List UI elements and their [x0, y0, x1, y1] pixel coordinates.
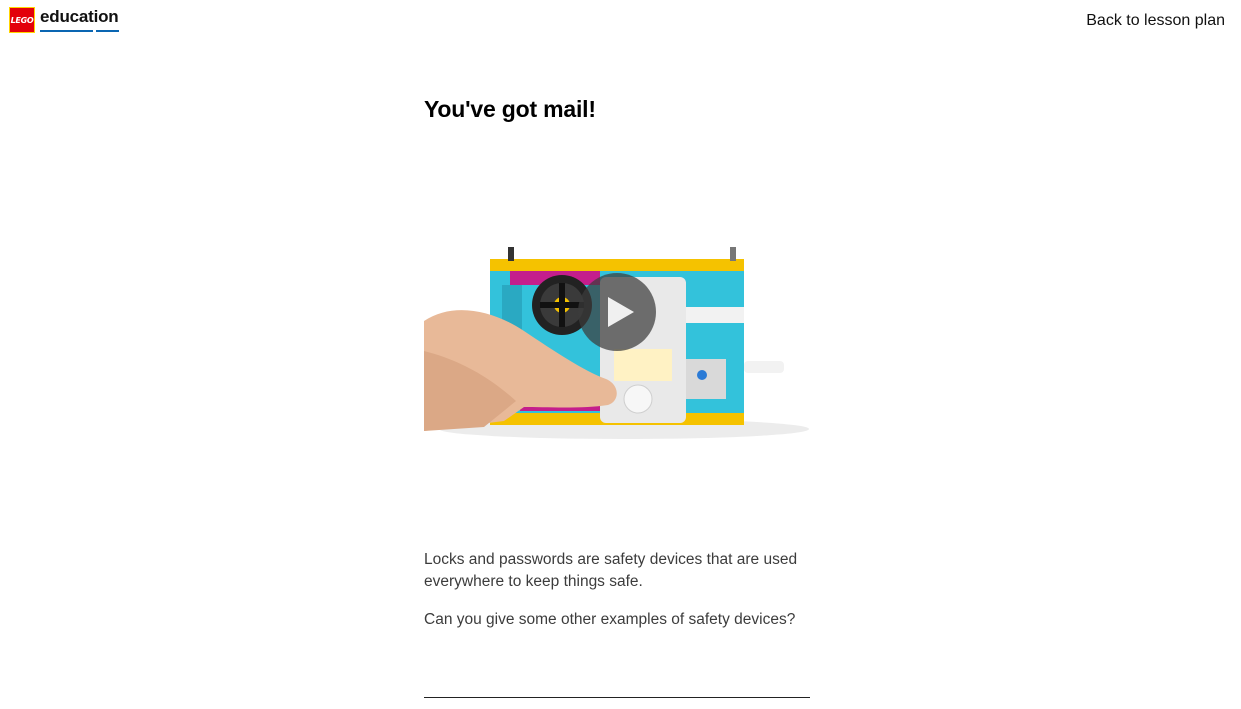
main-content: You've got mail! Locks and passwords are… — [424, 96, 810, 698]
lesson-paragraph: Locks and passwords are safety devices t… — [424, 551, 798, 590]
lesson-question: Can you give some other examples of safe… — [424, 611, 796, 628]
page-title: You've got mail! — [424, 96, 596, 122]
lego-education-logo[interactable]: LEGO education — [9, 7, 119, 35]
education-wordmark-text: education — [40, 7, 119, 26]
lego-badge-icon: LEGO — [9, 7, 35, 33]
video-player[interactable] — [424, 241, 810, 441]
play-icon[interactable] — [578, 273, 656, 351]
answer-input-underline[interactable] — [424, 697, 810, 698]
wordmark-underline-gap — [93, 30, 96, 32]
education-wordmark: education — [40, 7, 119, 35]
back-to-lesson-plan-link[interactable]: Back to lesson plan — [1086, 12, 1225, 30]
wordmark-underline — [40, 30, 119, 32]
lego-badge-text: LEGO — [10, 15, 34, 25]
